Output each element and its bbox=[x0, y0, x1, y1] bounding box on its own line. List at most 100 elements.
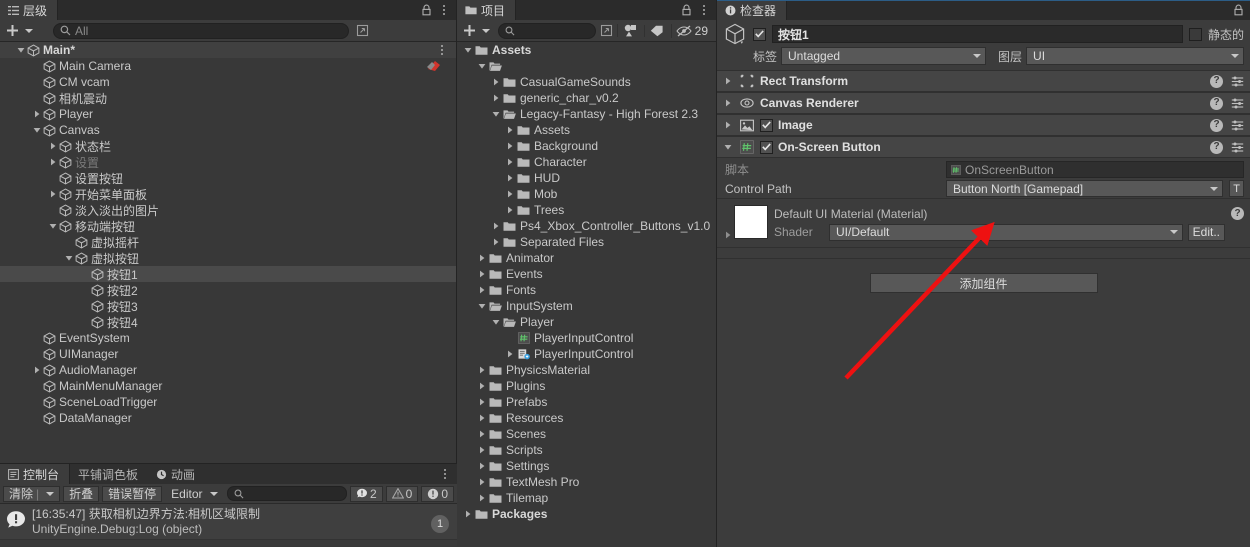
project-tree[interactable]: Assets CasualGameSounds generic_char_v0.2 L… bbox=[457, 42, 716, 547]
project-item[interactable]: Mob bbox=[457, 186, 716, 202]
hierarchy-item[interactable]: 虚拟按钮 bbox=[0, 250, 456, 266]
project-expand-arrow[interactable] bbox=[503, 186, 516, 202]
hierarchy-expand-arrow[interactable] bbox=[30, 122, 43, 138]
project-item[interactable]: PlayerInputControl bbox=[457, 330, 716, 346]
hierarchy-expand-arrow[interactable] bbox=[30, 410, 43, 426]
console-collapse-button[interactable]: 折叠 bbox=[63, 485, 100, 502]
tab-animation[interactable]: 动画 bbox=[148, 464, 205, 484]
hierarchy-item[interactable]: CM vcam bbox=[0, 74, 456, 90]
project-item[interactable]: Packages bbox=[457, 506, 716, 522]
project-expand-arrow[interactable] bbox=[503, 154, 516, 170]
hierarchy-item[interactable]: 设置 bbox=[0, 154, 456, 170]
project-expand-arrow[interactable] bbox=[475, 410, 488, 426]
project-item[interactable]: Character bbox=[457, 154, 716, 170]
project-expand-arrow[interactable] bbox=[503, 346, 516, 362]
shader-dropdown[interactable]: UI/Default bbox=[829, 223, 1183, 241]
project-expand-arrow[interactable] bbox=[461, 506, 474, 522]
project-expand-arrow[interactable] bbox=[475, 458, 488, 474]
hierarchy-item[interactable]: 虚拟摇杆 bbox=[0, 234, 456, 250]
console-clear-button[interactable]: 清除 | bbox=[3, 485, 61, 502]
hierarchy-item[interactable]: 移动端按钮 bbox=[0, 218, 456, 234]
create-asset-button[interactable] bbox=[461, 24, 496, 37]
project-item[interactable]: Animator bbox=[457, 250, 716, 266]
project-expand-arrow[interactable] bbox=[475, 442, 488, 458]
console-entry-partial[interactable] bbox=[0, 540, 457, 546]
object-name-field[interactable]: 按钮1 bbox=[772, 25, 1183, 43]
project-expand-arrow[interactable] bbox=[475, 426, 488, 442]
help-icon[interactable]: ? bbox=[1210, 96, 1223, 110]
help-icon[interactable]: ? bbox=[1210, 118, 1223, 132]
hierarchy-expand-arrow[interactable] bbox=[46, 186, 59, 202]
hierarchy-expand-arrow[interactable] bbox=[78, 266, 91, 282]
component-settings-icon[interactable] bbox=[1231, 75, 1244, 88]
hierarchy-item[interactable]: SceneLoadTrigger bbox=[0, 394, 456, 410]
project-search-field[interactable] bbox=[498, 22, 596, 39]
hierarchy-item[interactable]: EventSystem bbox=[0, 330, 456, 346]
help-icon[interactable]: ? bbox=[1231, 207, 1244, 220]
project-item[interactable]: Legacy-Fantasy - High Forest 2.3 bbox=[457, 106, 716, 122]
hierarchy-item[interactable]: AudioManager bbox=[0, 362, 456, 378]
filter-by-type-icon[interactable] bbox=[616, 24, 642, 37]
tab-hierarchy[interactable]: 层级 bbox=[0, 0, 59, 20]
console-menu-icon[interactable] bbox=[439, 469, 451, 479]
hierarchy-expand-arrow[interactable] bbox=[30, 362, 43, 378]
hierarchy-item[interactable]: Canvas bbox=[0, 122, 456, 138]
expand-arrow-on-screen-button[interactable] bbox=[721, 139, 734, 155]
hierarchy-expand-arrow[interactable] bbox=[46, 218, 59, 234]
control-path-picker-button[interactable]: T bbox=[1229, 180, 1244, 197]
project-item[interactable]: Prefabs bbox=[457, 394, 716, 410]
on-screen-button-enabled-checkbox[interactable] bbox=[760, 140, 773, 154]
component-header-rect-transform[interactable]: Rect Transform ? bbox=[717, 70, 1250, 92]
hierarchy-expand-arrow[interactable] bbox=[62, 250, 75, 266]
tag-dropdown[interactable]: Untagged bbox=[781, 47, 987, 65]
project-item[interactable]: CasualGameSounds bbox=[457, 74, 716, 90]
hierarchy-item[interactable]: UIManager bbox=[0, 346, 456, 362]
hierarchy-item[interactable]: Main Camera bbox=[0, 58, 456, 74]
hierarchy-expand-arrow[interactable] bbox=[78, 282, 91, 298]
project-expand-arrow[interactable] bbox=[475, 282, 488, 298]
hidden-assets-toggle[interactable]: 29 bbox=[670, 23, 712, 38]
hierarchy-item[interactable]: 淡入淡出的图片 bbox=[0, 202, 456, 218]
image-enabled-checkbox[interactable] bbox=[760, 118, 773, 132]
project-item[interactable] bbox=[457, 58, 716, 74]
console-error-count[interactable]: 0 bbox=[421, 485, 454, 502]
project-item[interactable]: Ps4_Xbox_Controller_Buttons_v1.0 bbox=[457, 218, 716, 234]
project-expand-arrow[interactable] bbox=[475, 298, 488, 314]
hierarchy-item[interactable]: 相机震动 bbox=[0, 90, 456, 106]
project-expand-arrow[interactable] bbox=[503, 202, 516, 218]
hierarchy-item[interactable]: 按钮4 bbox=[0, 314, 456, 330]
lock-icon[interactable] bbox=[421, 4, 432, 16]
lock-icon[interactable] bbox=[681, 4, 692, 16]
hierarchy-expand-arrow[interactable] bbox=[78, 314, 91, 330]
hierarchy-expand-arrow[interactable] bbox=[30, 106, 43, 122]
tab-inspector[interactable]: 检查器 bbox=[717, 0, 788, 20]
project-item[interactable]: PlayerInputControl bbox=[457, 346, 716, 362]
project-item[interactable]: Settings bbox=[457, 458, 716, 474]
project-item[interactable]: Scenes bbox=[457, 426, 716, 442]
project-expand-arrow[interactable] bbox=[489, 234, 502, 250]
hierarchy-item[interactable]: Main* bbox=[0, 42, 456, 58]
project-expand-arrow[interactable] bbox=[489, 218, 502, 234]
project-item[interactable]: Plugins bbox=[457, 378, 716, 394]
project-expand-arrow[interactable] bbox=[461, 42, 474, 58]
expand-arrow-material[interactable] bbox=[721, 205, 734, 239]
console-search-field[interactable] bbox=[226, 486, 347, 501]
project-item[interactable]: Tilemap bbox=[457, 490, 716, 506]
project-expand-arrow[interactable] bbox=[475, 474, 488, 490]
hierarchy-item[interactable]: Player bbox=[0, 106, 456, 122]
hierarchy-item[interactable]: 按钮1 bbox=[0, 266, 456, 282]
project-item[interactable]: Resources bbox=[457, 410, 716, 426]
console-search-input[interactable] bbox=[247, 486, 342, 501]
project-expand-arrow[interactable] bbox=[489, 74, 502, 90]
add-gameobject-button[interactable] bbox=[4, 24, 39, 37]
hierarchy-expand-arrow[interactable] bbox=[62, 234, 75, 250]
hierarchy-expand-arrow[interactable] bbox=[30, 74, 43, 90]
project-search-input[interactable] bbox=[519, 23, 591, 38]
project-menu-icon[interactable] bbox=[698, 5, 710, 15]
project-expand-arrow[interactable] bbox=[475, 250, 488, 266]
console-log-count[interactable]: 2 bbox=[349, 485, 383, 502]
hierarchy-item[interactable]: 按钮3 bbox=[0, 298, 456, 314]
hierarchy-expand-arrow[interactable] bbox=[30, 346, 43, 362]
hierarchy-expand-arrow[interactable] bbox=[14, 42, 27, 58]
console-entry[interactable]: [16:35:47] 获取相机边界方法:相机区域限制 UnityEngine.D… bbox=[0, 504, 457, 540]
